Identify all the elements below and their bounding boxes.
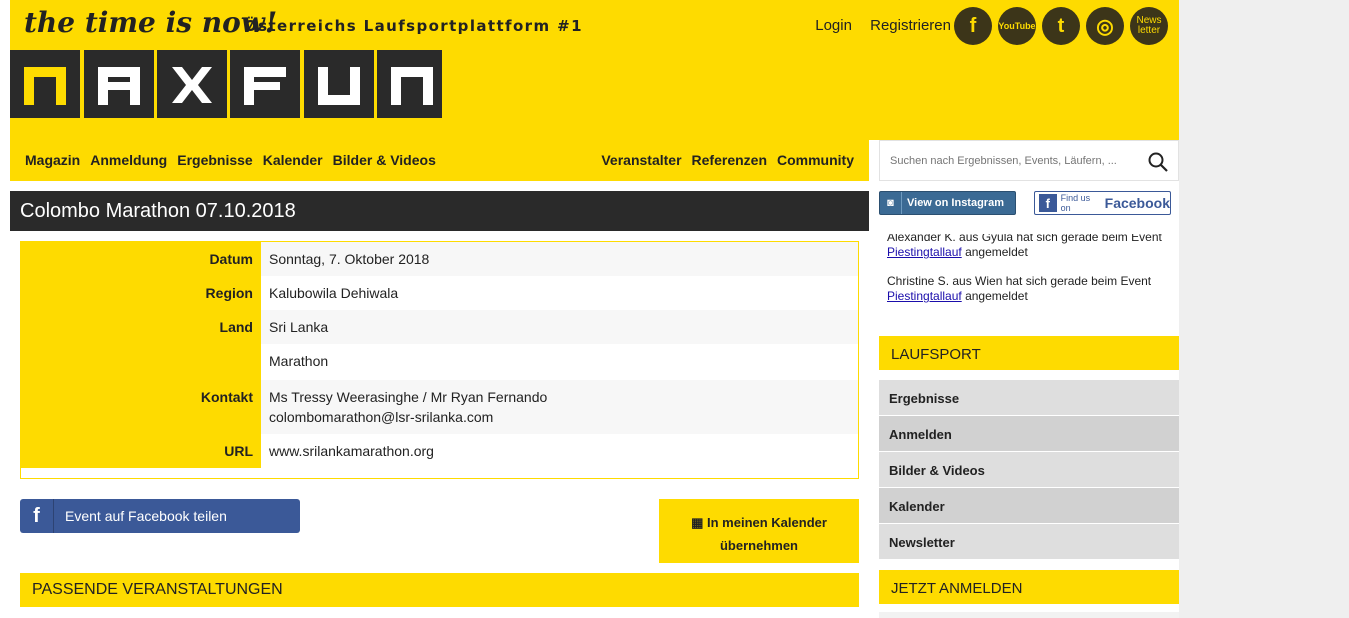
detail-row: URL www.srilankamarathon.org (21, 434, 858, 468)
detail-value: Sonntag, 7. Oktober 2018 (261, 242, 858, 276)
detail-row: Kontakt Ms Tressy Weerasinghe / Mr Ryan … (21, 380, 858, 434)
detail-label: Datum (21, 242, 261, 276)
maxfun-logo[interactable] (10, 50, 442, 118)
detail-row: Datum Sonntag, 7. Oktober 2018 (21, 242, 858, 276)
event-details: Datum Sonntag, 7. Oktober 2018 Region Ka… (20, 241, 859, 479)
nav-referenzen[interactable]: Referenzen (692, 152, 767, 168)
sidebar-item-ergebnisse[interactable]: Ergebnisse (879, 380, 1179, 415)
search-icon[interactable] (1148, 152, 1168, 172)
tagline: Österreichs Laufsportplattform #1 (244, 17, 583, 35)
nav-anmeldung[interactable]: Anmeldung (90, 152, 167, 168)
sidebar-item-newsletter[interactable]: Newsletter (879, 524, 1179, 559)
detail-label: URL (21, 434, 261, 468)
twitter-icon[interactable]: t (1042, 7, 1080, 45)
detail-label: Land (21, 310, 261, 344)
find-us-on-facebook-button[interactable]: f Find us on Facebook (1034, 191, 1171, 215)
site-header: the time is now! Österreichs Laufsportpl… (10, 0, 1179, 140)
facebook-icon: f (1039, 194, 1057, 212)
detail-value: Sri Lanka (261, 310, 858, 344)
detail-value: Ms Tressy Weerasinghe / Mr Ryan Fernando… (261, 380, 858, 434)
detail-row: Marathon (21, 344, 858, 380)
feed-event-link[interactable]: Piestingtallauf (887, 289, 962, 303)
facebook-share-button[interactable]: f Event auf Facebook teilen (20, 499, 300, 533)
detail-value: Kalubowila Dehiwala (269, 285, 399, 301)
nav-kalender[interactable]: Kalender (263, 152, 323, 168)
page-title: Colombo Marathon 07.10.2018 (10, 191, 869, 231)
account-links: Login Registrieren (801, 17, 951, 34)
search-box (879, 140, 1179, 181)
login-link[interactable]: Login (815, 17, 852, 34)
feed-item: Alexander K. aus Gyula hat sich gerade b… (887, 234, 1162, 259)
sidebar-social-buttons: ◙ View on Instagram f Find us on Faceboo… (879, 191, 1179, 217)
detail-label (21, 344, 261, 380)
sidebar-bottom (879, 612, 1179, 618)
calendar-icon: ▦ (691, 515, 704, 530)
register-link[interactable]: Registrieren (870, 17, 951, 34)
youtube-icon[interactable]: YouTube (998, 7, 1036, 45)
sidebar-item-bilder-videos[interactable]: Bilder & Videos (879, 452, 1179, 487)
newsletter-icon[interactable]: News letter (1130, 7, 1168, 45)
sidebar-item-anmelden[interactable]: Anmelden (879, 416, 1179, 451)
feed-item: Christine S. aus Wien hat sich gerade be… (887, 274, 1152, 303)
event-url-link[interactable]: www.srilankamarathon.org (261, 434, 858, 468)
nav-bilder-videos[interactable]: Bilder & Videos (333, 152, 436, 168)
jetzt-anmelden-heading: JETZT ANMELDEN (879, 570, 1179, 604)
contact-email[interactable]: colombomarathon@lsr-srilanka.com (269, 407, 850, 427)
detail-row: Land Sri Lanka (21, 310, 858, 344)
related-events-heading: PASSENDE VERANSTALTUNGEN (20, 573, 859, 607)
page: the time is now! Österreichs Laufsportpl… (0, 0, 1179, 618)
detail-label: Region (21, 276, 261, 310)
facebook-share-label: Event auf Facebook teilen (65, 508, 227, 524)
detail-label: Kontakt (21, 380, 261, 434)
main-nav: Magazin Anmeldung Ergebnisse Kalender Bi… (10, 140, 869, 181)
slogan: the time is now! (24, 6, 278, 39)
sidebar-nav: Ergebnisse Anmelden Bilder & Videos Kale… (879, 380, 1179, 560)
instagram-icon[interactable]: ◎ (1086, 7, 1124, 45)
registration-feed: Alexander K. aus Gyula hat sich gerade b… (879, 234, 1171, 322)
facebook-icon: f (20, 499, 54, 533)
nav-ergebnisse[interactable]: Ergebnisse (177, 152, 252, 168)
laufsport-heading: LAUFSPORT (879, 336, 1179, 370)
sidebar-item-kalender[interactable]: Kalender (879, 488, 1179, 523)
nav-community[interactable]: Community (777, 152, 854, 168)
detail-value: Marathon (269, 353, 329, 369)
social-icons: f YouTube t ◎ News letter (954, 7, 1168, 45)
instagram-icon: ◙ (880, 192, 902, 214)
facebook-icon[interactable]: f (954, 7, 992, 45)
detail-row: Region Kalubowila Dehiwala (21, 276, 858, 310)
nav-magazin[interactable]: Magazin (25, 152, 80, 168)
search-input[interactable] (890, 150, 1130, 172)
feed-event-link[interactable]: Piestingtallauf (887, 245, 962, 259)
add-to-calendar-button[interactable]: ▦ In meinen Kalender übernehmen (659, 499, 859, 563)
contact-name: Ms Tressy Weerasinghe / Mr Ryan Fernando (269, 389, 548, 405)
view-on-instagram-button[interactable]: ◙ View on Instagram (879, 191, 1016, 215)
nav-veranstalter[interactable]: Veranstalter (601, 152, 681, 168)
